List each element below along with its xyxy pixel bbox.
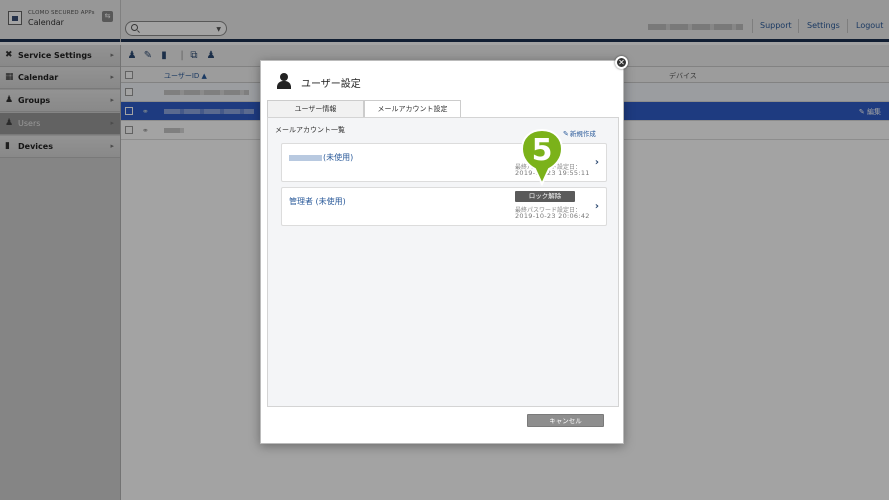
password-date-value: 2019-10-23 20:06:42 — [515, 212, 590, 220]
tab-user-info[interactable]: ユーザー情報 — [267, 100, 364, 117]
account-name: 管理者 (未使用) — [289, 197, 346, 206]
unlock-button[interactable]: ロック解除 — [515, 191, 575, 202]
tab-mail-account-settings[interactable]: メールアカウント設定 — [364, 100, 461, 118]
user-icon — [277, 73, 291, 89]
chevron-right-icon[interactable]: › — [595, 201, 599, 212]
redacted-account-name — [289, 154, 322, 161]
step-marker: 5 — [519, 128, 565, 188]
new-account-label: 新規作成 — [569, 130, 596, 138]
chevron-right-icon[interactable]: › — [595, 157, 599, 168]
new-account-link[interactable]: ✎新規作成 — [563, 128, 596, 138]
close-icon[interactable]: ✕ — [615, 56, 628, 69]
mail-account-card[interactable]: 管理者 (未使用) ロック解除 最終パスワード設定日： 2019-10-23 2… — [281, 187, 607, 226]
step-number: 5 — [531, 133, 553, 168]
mail-account-panel: メールアカウント一覧 ✎新規作成 (未使用) 最終パスワード設定日： 2019-… — [267, 117, 619, 407]
tab-bar: ユーザー情報 メールアカウント設定 — [267, 100, 619, 118]
account-name: (未使用) — [289, 152, 353, 163]
user-settings-dialog: ✕ ユーザー設定 ユーザー情報 メールアカウント設定 メールアカウント一覧 ✎新… — [260, 56, 628, 444]
dialog-title: ユーザー設定 — [301, 79, 361, 90]
cancel-button[interactable]: キャンセル — [527, 414, 604, 427]
account-status: (未使用) — [323, 153, 354, 162]
list-title: メールアカウント一覧 — [275, 126, 345, 134]
